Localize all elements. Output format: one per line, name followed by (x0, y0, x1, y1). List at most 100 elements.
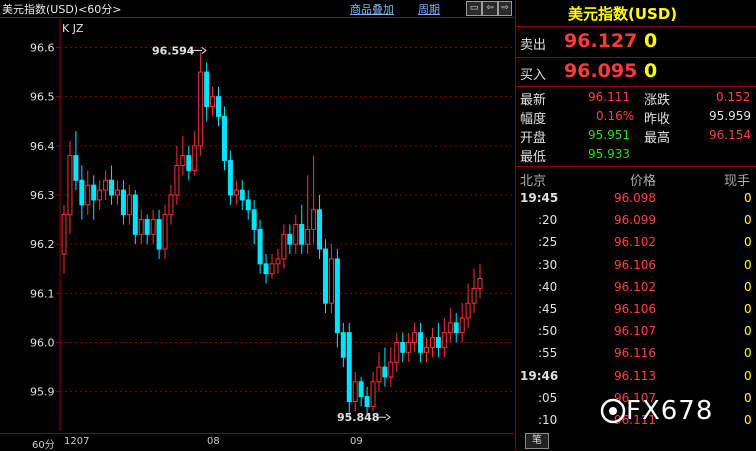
low-label: 最低 (520, 150, 547, 165)
candle-body (293, 224, 299, 245)
sell-row: 卖出 96.127 0 (516, 27, 756, 57)
chart-title: 美元指数(USD)<60分> (2, 3, 122, 16)
sell-price: 96.127 (564, 30, 638, 52)
candle-body (412, 332, 418, 343)
candle-body (453, 322, 459, 334)
y-tick-label: 96.2 (30, 238, 55, 251)
tick-time: :55 (538, 346, 558, 361)
open-value: 95.951 (588, 128, 630, 142)
candlestick-chart[interactable]: 96.6 96.5 96.4 96.3 96.2 96.1 96.0 95.9 K JZ 96… (0, 18, 514, 433)
candle-body (370, 381, 376, 407)
candle-body (424, 346, 430, 353)
y-tick-label: 96.5 (30, 91, 55, 104)
tick-volume: 0 (744, 413, 752, 427)
tick-time: :50 (538, 324, 558, 339)
candle-body (114, 189, 120, 196)
latest-label: 最新 (520, 93, 547, 108)
tick-tab[interactable]: 笔 (525, 433, 549, 449)
tick-volume: 0 (744, 324, 752, 339)
candle-body (186, 155, 192, 171)
left-arrow-icon[interactable]: ⇦ (482, 1, 498, 16)
tick-price: 96.099 (614, 213, 656, 228)
panel-title: 美元指数(USD) (568, 5, 678, 23)
y-tick-label: 96.1 (30, 287, 55, 300)
candle-body (287, 233, 293, 245)
tick-price: 96.107 (614, 324, 656, 339)
candle-body (400, 342, 406, 353)
candle-body (352, 381, 358, 403)
period-label: 60分 (32, 440, 55, 451)
buy-row: 买入 96.095 0 (516, 58, 756, 86)
candle-body (322, 248, 328, 304)
chart-toolbar: 美元指数(USD)<60分> 商品叠加 周期 ▭ ⇦ ⇨ (0, 0, 514, 18)
candle-body (103, 179, 109, 191)
tick-volume: 0 (744, 279, 752, 294)
range-label: 幅度 (520, 112, 547, 127)
col-time: 北京 (520, 174, 547, 189)
candle-body (382, 366, 388, 378)
candle-body (257, 228, 263, 265)
candle-body (275, 258, 281, 265)
high-marker-label: 96.594 (152, 44, 195, 57)
high-value: 96.154 (709, 128, 751, 142)
candle-body (144, 219, 150, 235)
y-tick-label: 96.4 (30, 140, 55, 153)
candle-body (471, 287, 477, 304)
candle-body (138, 219, 144, 235)
x-tick-label: 1207 (64, 436, 90, 447)
latest-value: 96.111 (588, 90, 630, 104)
col-price: 价格 (630, 174, 657, 189)
y-tick-label: 96.6 (30, 42, 55, 55)
tick-price: 96.098 (614, 191, 656, 205)
candle-body (305, 228, 311, 245)
y-tick-label: 95.9 (30, 386, 55, 399)
col-volume: 现手 (724, 174, 751, 189)
tick-row: 19:46 96.113 0 (516, 366, 756, 388)
tick-volume: 0 (744, 390, 752, 405)
overlay-link[interactable]: 商品叠加 (350, 1, 394, 17)
candle-body (126, 194, 132, 216)
window-button[interactable]: ▭ (466, 1, 482, 16)
candle-body (156, 219, 162, 250)
quote-panel: 美元指数(USD) 卖出 96.127 0 买入 96.095 0 最新 96.… (515, 0, 756, 450)
tick-volume: 0 (744, 213, 752, 228)
low-marker-arrowhead (385, 413, 391, 421)
buy-price: 96.095 (564, 60, 638, 82)
candle-body (67, 155, 73, 216)
tick-volume: 0 (744, 191, 752, 205)
tick-volume: 0 (744, 346, 752, 361)
candle-body (477, 278, 483, 289)
tick-price: 96.116 (614, 346, 656, 361)
candle-body (233, 189, 239, 196)
candle-body (263, 263, 269, 275)
tick-price: 96.102 (614, 279, 656, 294)
tick-time: 19:45 (520, 191, 559, 205)
buy-label: 买入 (520, 68, 547, 83)
candle-body (388, 361, 394, 378)
tick-row: :45 96.106 0 (516, 299, 756, 321)
high-marker-arrowhead (201, 47, 207, 54)
tick-price: 96.102 (614, 235, 656, 250)
candle-body (459, 317, 465, 334)
candle-body (406, 342, 412, 353)
tick-volume: 0 (744, 302, 752, 316)
candle-body (328, 258, 334, 304)
candle-body (91, 184, 97, 201)
tick-time: :05 (538, 390, 558, 405)
candle-body (132, 194, 138, 235)
low-marker-label: 95.848 (337, 411, 379, 424)
candle-body (168, 194, 174, 216)
candle-body (334, 258, 340, 334)
period-link[interactable]: 周期 (418, 1, 440, 17)
candle-body (198, 71, 204, 147)
right-arrow-icon[interactable]: ⇨ (498, 1, 512, 16)
candle-body (109, 179, 115, 196)
candle-body (299, 224, 305, 245)
logo-icon (600, 398, 626, 424)
candle-body (85, 184, 91, 206)
candle-body (418, 332, 424, 353)
candle-body (340, 332, 346, 358)
tick-row: :25 96.102 0 (516, 232, 756, 254)
buy-volume: 0 (644, 60, 658, 82)
sell-volume: 0 (644, 30, 658, 52)
